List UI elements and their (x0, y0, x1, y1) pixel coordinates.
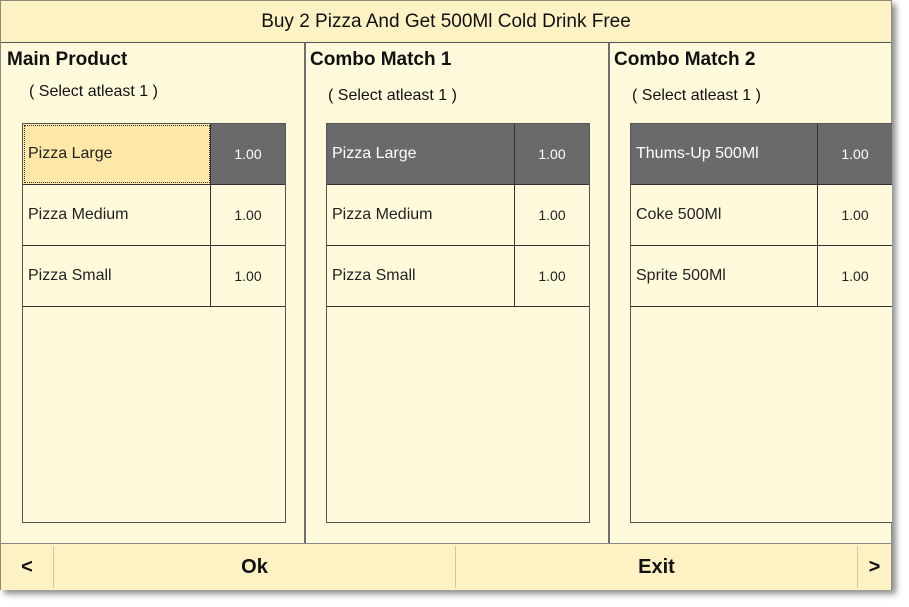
item-qty: 1.00 (841, 268, 869, 284)
combo-offer-window: Buy 2 Pizza And Get 500Ml Cold Drink Fre… (0, 0, 892, 590)
list-item[interactable]: Pizza Large 1.00 (23, 124, 285, 185)
list-item[interactable]: Pizza Small 1.00 (23, 246, 285, 307)
window-title: Buy 2 Pizza And Get 500Ml Cold Drink Fre… (1, 1, 891, 43)
main-product-list: Pizza Large 1.00 Pizza Medium 1.00 Pizza… (22, 123, 286, 523)
previous-button[interactable]: < (1, 544, 53, 590)
item-qty: 1.00 (211, 124, 285, 184)
list-item[interactable]: Pizza Large 1.00 (327, 124, 589, 185)
combo-match-2-list: Thums-Up 500Ml 1.00 Coke 500Ml 1.00 Spri… (630, 123, 892, 523)
panel-hint: ( Select atleast 1 ) (29, 83, 158, 100)
item-qty: 1.00 (515, 124, 589, 184)
list-item[interactable]: Pizza Medium 1.00 (327, 185, 589, 246)
exit-button[interactable]: Exit (456, 544, 857, 590)
item-name: Pizza Large (327, 124, 515, 184)
panel-hint: ( Select atleast 1 ) (632, 87, 761, 104)
panel-title: Combo Match 1 (310, 49, 452, 70)
item-qty: 1.00 (841, 207, 869, 223)
list-item[interactable]: Coke 500Ml 1.00 (631, 185, 892, 246)
item-name: Coke 500Ml (631, 185, 818, 245)
list-item[interactable]: Pizza Medium 1.00 (23, 185, 285, 246)
item-qty: 1.00 (234, 207, 262, 223)
item-name: Thums-Up 500Ml (631, 124, 818, 184)
list-item[interactable]: Sprite 500Ml 1.00 (631, 246, 892, 307)
item-name: Pizza Small (23, 246, 211, 306)
item-name: Pizza Medium (327, 185, 515, 245)
footer-bar: < Ok Exit > (1, 543, 891, 590)
item-qty: 1.00 (818, 124, 892, 184)
item-name: Pizza Small (327, 246, 515, 306)
item-name: Pizza Large (23, 124, 211, 184)
ok-button[interactable]: Ok (54, 544, 455, 590)
next-button[interactable]: > (858, 544, 891, 590)
list-item[interactable]: Pizza Small 1.00 (327, 246, 589, 307)
item-qty: 1.00 (234, 268, 262, 284)
item-qty: 1.00 (538, 207, 566, 223)
item-name: Sprite 500Ml (631, 246, 818, 306)
panel-title: Main Product (7, 49, 128, 70)
list-item[interactable]: Thums-Up 500Ml 1.00 (631, 124, 892, 185)
panel-title: Combo Match 2 (614, 49, 756, 70)
item-name: Pizza Medium (23, 185, 211, 245)
item-qty: 1.00 (538, 268, 566, 284)
panel-hint: ( Select atleast 1 ) (328, 87, 457, 104)
combo-match-1-list: Pizza Large 1.00 Pizza Medium 1.00 Pizza… (326, 123, 590, 523)
